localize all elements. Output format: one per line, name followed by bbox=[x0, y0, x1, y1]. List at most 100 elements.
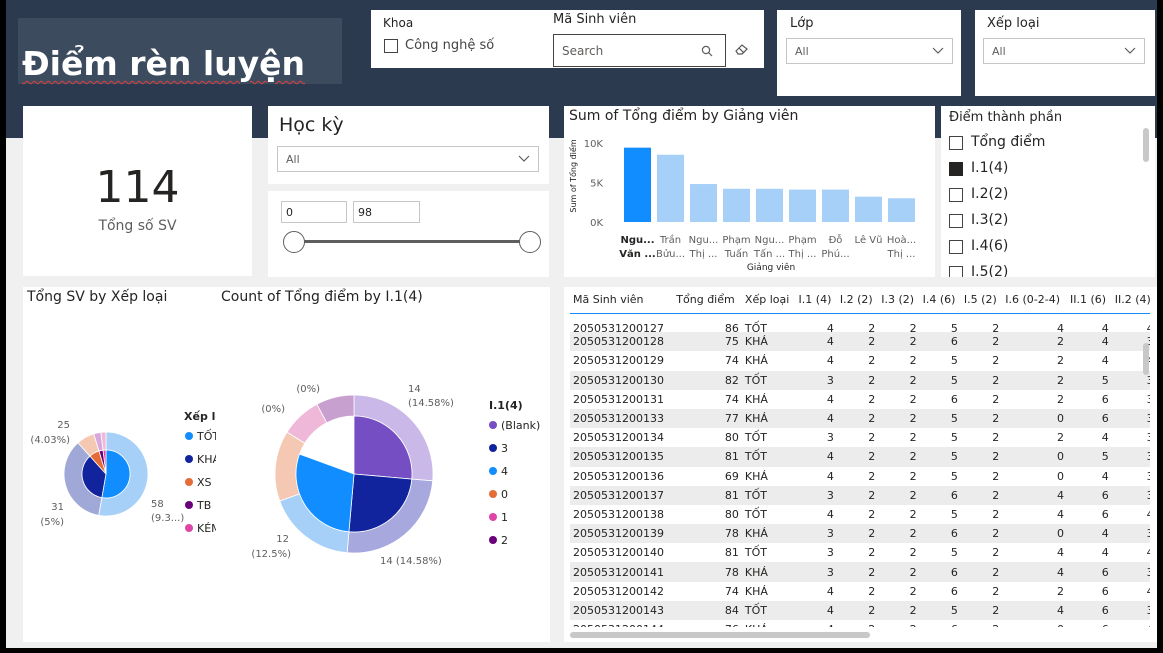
table-row[interactable]: 205053120014081TỐT32252444 bbox=[570, 543, 1150, 562]
table-row[interactable]: 205053120013082TỐT32252253 bbox=[570, 370, 1150, 390]
legend-clip bbox=[216, 407, 226, 547]
table-cell: 2 bbox=[1056, 354, 1064, 368]
chevron-down-icon bbox=[1124, 47, 1136, 54]
table-cell: 0 bbox=[1002, 620, 1067, 627]
slicer-item[interactable]: I.1(4) bbox=[949, 160, 1139, 180]
table-row[interactable]: 205053120013581TỐT42252053 bbox=[570, 447, 1150, 467]
table-row[interactable]: 205053120013880TỐT42252464 bbox=[570, 505, 1150, 524]
column-header[interactable]: I.2 (2) bbox=[837, 287, 878, 313]
column-header[interactable]: I.6 (0-2-4) bbox=[1002, 287, 1067, 313]
legend-label[interactable]: (Blank) bbox=[501, 419, 540, 432]
legend-label[interactable]: 2 bbox=[501, 534, 508, 547]
table-hscrollbar[interactable] bbox=[570, 632, 870, 638]
column-header[interactable]: I.4 (6) bbox=[920, 287, 961, 313]
column-header[interactable]: I.5 (2) bbox=[961, 287, 1002, 313]
khoa-checkbox[interactable] bbox=[384, 39, 398, 53]
table-row[interactable]: 205053120013978KHÁ32262043 bbox=[570, 524, 1150, 544]
slicer-checkbox[interactable] bbox=[949, 162, 963, 176]
table-cell: 3 bbox=[795, 485, 837, 505]
table-row[interactable]: 205053120012875KHÁ42262243 bbox=[570, 332, 1150, 352]
xeploai-dropdown[interactable]: All bbox=[983, 38, 1145, 64]
legend-label[interactable]: 3 bbox=[501, 442, 508, 455]
column-header[interactable]: Mã Sinh viên bbox=[570, 287, 673, 313]
bar[interactable] bbox=[855, 196, 882, 222]
slicer-checkbox[interactable] bbox=[949, 136, 963, 150]
table-vscrollbar[interactable] bbox=[1143, 343, 1149, 375]
eraser-icon[interactable] bbox=[735, 43, 749, 55]
legend-label[interactable]: XS bbox=[197, 476, 212, 489]
table-cell: 6 bbox=[919, 562, 961, 582]
slicer-item[interactable]: I.2(2) bbox=[949, 186, 1139, 206]
bar[interactable] bbox=[756, 188, 783, 222]
bar[interactable] bbox=[789, 189, 816, 222]
table-cell: 5 bbox=[919, 408, 961, 429]
table-cell: 4 bbox=[826, 507, 834, 521]
table-cell: 4 bbox=[1101, 469, 1109, 483]
table-row[interactable]: 205053120014476KHÁ42262064 bbox=[570, 620, 1150, 627]
range-min-handle[interactable] bbox=[283, 231, 305, 253]
table-cell: 77 bbox=[673, 408, 742, 429]
table-cell: 2 bbox=[1056, 392, 1064, 406]
range-min-input[interactable]: 0 bbox=[281, 201, 347, 223]
table-cell: 2 bbox=[878, 524, 920, 544]
table-row[interactable]: 205053120013480TỐT32252243 bbox=[570, 428, 1150, 447]
lop-dropdown[interactable]: All bbox=[786, 38, 953, 64]
table-cell: 4 bbox=[795, 332, 837, 352]
column-header[interactable]: I.1 (4) bbox=[796, 287, 837, 313]
bar[interactable] bbox=[723, 188, 750, 222]
column-header[interactable]: I.3 (2) bbox=[878, 287, 919, 313]
bar[interactable] bbox=[624, 147, 651, 222]
table-cell: 6 bbox=[1066, 600, 1112, 620]
table-row[interactable]: 205053120013781TỐT32262463 bbox=[570, 485, 1150, 505]
range-max-input[interactable]: 98 bbox=[353, 201, 420, 223]
slicer-checkbox[interactable] bbox=[949, 188, 963, 202]
slicer-checkbox[interactable] bbox=[949, 240, 963, 254]
table-row[interactable]: 205053120013174KHÁ42262263 bbox=[570, 390, 1150, 409]
column-header[interactable]: II.2 (4) bbox=[1112, 287, 1150, 313]
table-cell: 84 bbox=[673, 600, 742, 620]
slicer-item[interactable]: I.3(2) bbox=[949, 212, 1139, 232]
table-cell: 6 bbox=[950, 392, 958, 406]
table-cell: 4 bbox=[1056, 507, 1064, 521]
table-row[interactable]: 205053120013669KHÁ42252043 bbox=[570, 467, 1150, 486]
bar[interactable] bbox=[888, 198, 915, 222]
table-cell: 6 bbox=[1066, 562, 1112, 582]
slicer-item[interactable]: I.5(2) bbox=[949, 264, 1139, 277]
ma-sv-search-input[interactable]: Search bbox=[553, 34, 726, 67]
legend-label[interactable]: 4 bbox=[501, 465, 508, 478]
table-row[interactable]: 205053120012786TỐT42252444 bbox=[570, 313, 1150, 332]
search-icon[interactable] bbox=[701, 45, 713, 57]
table-row[interactable]: 205053120013377KHÁ42252063 bbox=[570, 408, 1150, 429]
slicer-scrollbar[interactable] bbox=[1143, 128, 1149, 162]
column-header[interactable]: II.1 (6) bbox=[1067, 287, 1112, 313]
table-cell: 4 bbox=[1101, 322, 1109, 333]
ma-sv-label: Mã Sinh viên bbox=[553, 12, 637, 27]
bar[interactable] bbox=[657, 154, 684, 222]
kpi-card: 114 Tổng số SV bbox=[23, 106, 252, 276]
column-header[interactable]: Xếp loại bbox=[742, 287, 796, 313]
legend-label[interactable]: TB bbox=[196, 499, 211, 512]
legend-label[interactable]: 1 bbox=[501, 511, 508, 524]
legend-label[interactable]: 0 bbox=[501, 488, 508, 501]
table-cell: 3 bbox=[1111, 562, 1150, 582]
column-header[interactable]: Tổng điểm bbox=[673, 287, 742, 313]
range-max-handle[interactable] bbox=[519, 231, 541, 253]
chevron-down-icon bbox=[518, 155, 530, 162]
slicer-checkbox[interactable] bbox=[949, 214, 963, 228]
bar[interactable] bbox=[822, 189, 849, 222]
table-row[interactable]: 205053120014274KHÁ42262264 bbox=[570, 582, 1150, 601]
slicer-item[interactable]: Tổng điểm bbox=[949, 134, 1139, 154]
table-row[interactable]: 205053120014178KHÁ32262463 bbox=[570, 562, 1150, 582]
xeploai-value: All bbox=[992, 45, 1006, 58]
table-cell: 74 bbox=[724, 392, 739, 406]
bar[interactable] bbox=[690, 184, 717, 222]
data-label: (12.5%) bbox=[251, 549, 291, 560]
table-row[interactable]: 205053120012974KHÁ42252244 bbox=[570, 351, 1150, 370]
hocky-dropdown[interactable]: All bbox=[277, 146, 539, 172]
slicer-item[interactable]: I.4(6) bbox=[949, 238, 1139, 258]
table-cell: 4 bbox=[1112, 620, 1150, 627]
legend-label[interactable]: TỐT bbox=[196, 429, 219, 443]
slicer-checkbox[interactable] bbox=[949, 266, 963, 277]
table-row[interactable]: 205053120014384TỐT42252463 bbox=[570, 600, 1150, 620]
table-cell: 6 bbox=[1067, 620, 1112, 627]
